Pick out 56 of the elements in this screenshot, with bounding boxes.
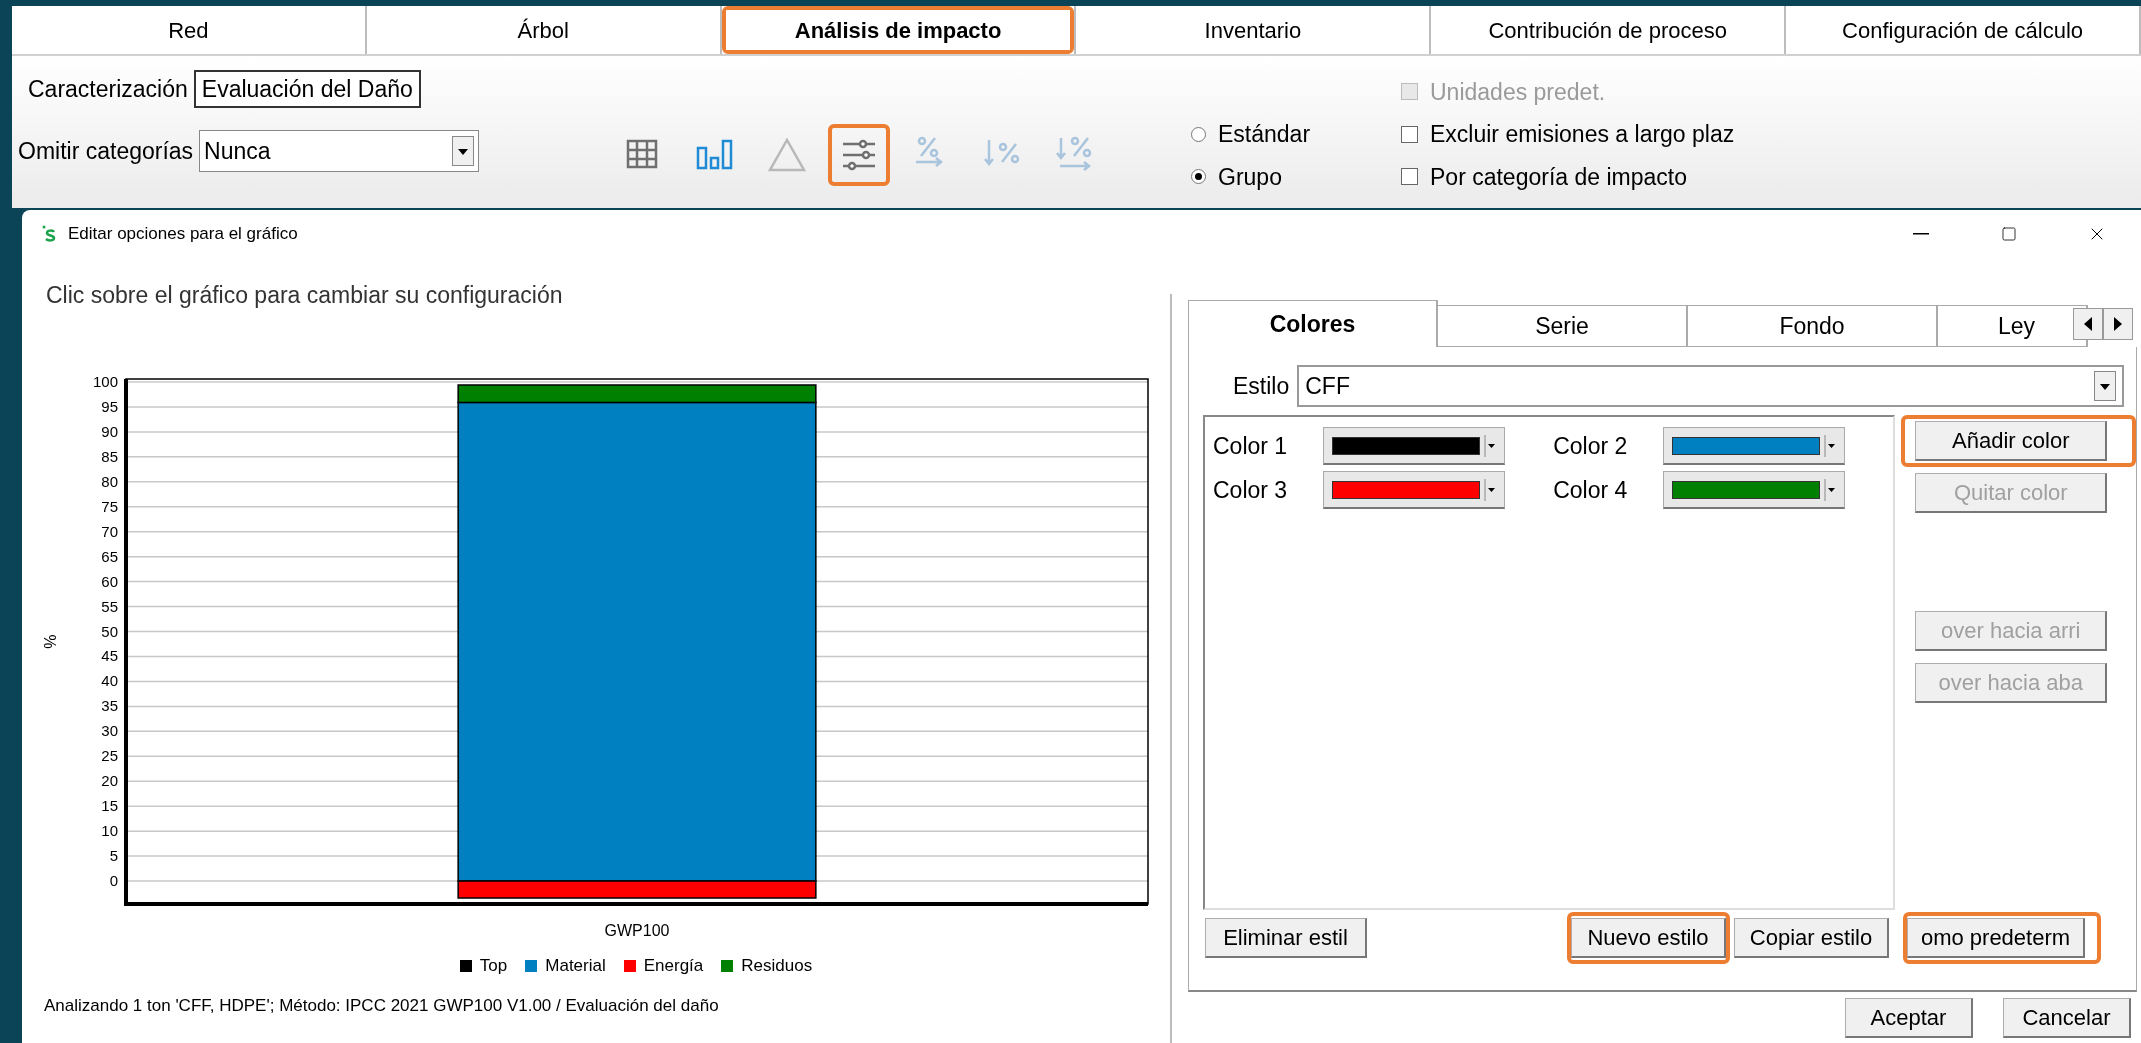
- dialog-title: Editar opciones para el gráfico: [68, 223, 298, 246]
- tick-label: 85: [101, 447, 118, 465]
- color-label: Color 3: [1213, 475, 1289, 505]
- category-label: GWP100: [604, 922, 670, 939]
- tick-label: 65: [101, 547, 118, 565]
- panel-tab[interactable]: Fondo: [1688, 305, 1938, 347]
- radio-option[interactable]: Estándar: [1191, 117, 1391, 152]
- legend-label: Residuos: [741, 955, 813, 977]
- style-dropdown[interactable]: CFF: [1297, 365, 2124, 407]
- legend-label: Top: [479, 955, 508, 977]
- color-label: Color 4: [1553, 475, 1629, 505]
- legend-label: Energía: [643, 955, 704, 977]
- field-label: Caracterización: [28, 74, 188, 104]
- checkbox-option[interactable]: Excluir emisiones a largo plaz: [1401, 117, 1735, 152]
- field-label: Estilo: [1233, 371, 1290, 401]
- color-label: Color 1: [1213, 431, 1289, 461]
- radio-option[interactable]: Grupo: [1191, 159, 1391, 194]
- tick-label: 75: [101, 497, 118, 515]
- dialog-button[interactable]: Eliminar estil: [1205, 918, 1367, 958]
- characterization-field[interactable]: Evaluación del Daño: [193, 70, 421, 108]
- tick-label: 35: [101, 697, 118, 715]
- hint-text: Clic sobre el gráfico para cambiar su configuración: [45, 281, 564, 310]
- tick-label: 20: [101, 772, 118, 790]
- tick-label: 80: [101, 472, 118, 490]
- dialog-button[interactable]: Copiar estilo: [1734, 918, 1889, 958]
- tick-label: 60: [101, 572, 118, 590]
- color-label: Color 2: [1553, 431, 1629, 461]
- tick-label: 40: [101, 672, 118, 690]
- tick-label: 70: [101, 522, 118, 540]
- tick-label: 0: [109, 872, 118, 890]
- footer-text: Analizando 1 ton 'CFF, HDPE'; Método: IPCC 2021 GWP100 V1.00 / Evaluación del daño: [43, 994, 720, 1017]
- legend-label: Material: [545, 955, 606, 977]
- tick-label: 95: [101, 397, 118, 415]
- dialog-button[interactable]: Añadir color: [1915, 421, 2108, 461]
- tick-label: 10: [101, 822, 118, 840]
- tick-label: 25: [101, 747, 118, 765]
- tick-label: 15: [101, 797, 118, 815]
- panel-tab[interactable]: Colores: [1188, 300, 1438, 347]
- axis-title: %: [42, 634, 59, 649]
- dialog-button[interactable]: Cancelar: [2003, 998, 2131, 1038]
- dialog-button[interactable]: Nuevo estilo: [1571, 918, 1726, 958]
- panel-tab[interactable]: Serie: [1438, 305, 1688, 347]
- tick-label: 50: [101, 622, 118, 640]
- tick-label: 5: [109, 847, 118, 865]
- panel-tab[interactable]: Ley: [1938, 305, 2088, 347]
- checkbox-option[interactable]: Por categoría de impacto: [1401, 159, 1735, 194]
- tick-label: 55: [101, 597, 118, 615]
- omit-dropdown[interactable]: Nunca: [199, 130, 480, 172]
- field-label: Omitir categorías: [18, 136, 194, 166]
- top-tab[interactable]: Análisis de impacto: [725, 10, 1071, 50]
- dialog-button[interactable]: Aceptar: [1845, 998, 1973, 1038]
- tick-label: 90: [101, 422, 118, 440]
- tick-label: 30: [101, 722, 118, 740]
- tick-label: 100: [92, 373, 118, 390]
- tick-label: 45: [101, 647, 118, 665]
- dialog-button[interactable]: omo predeterm: [1907, 918, 2085, 958]
